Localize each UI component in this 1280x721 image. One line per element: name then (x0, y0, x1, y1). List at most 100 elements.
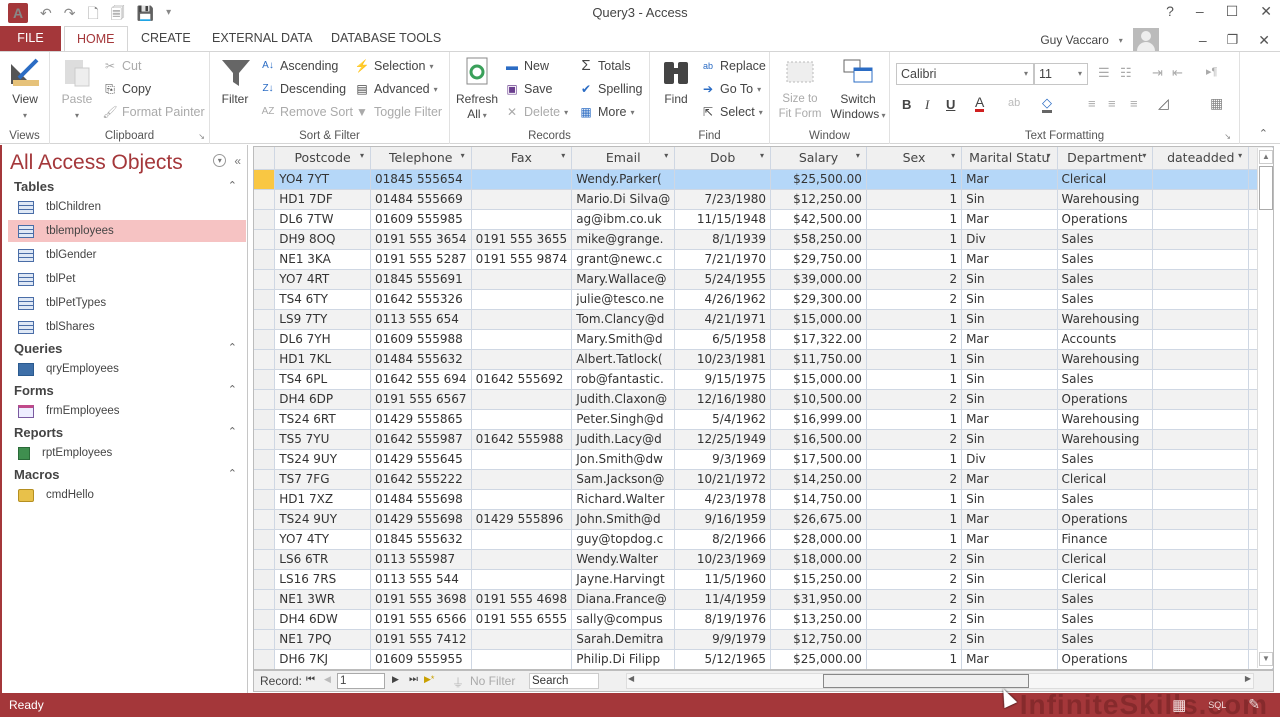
cell-fax[interactable] (471, 309, 573, 330)
collapse-section-icon[interactable]: ⌃ (228, 341, 237, 354)
spelling-button[interactable]: ✔ Spelling (578, 79, 643, 99)
table-row[interactable]: TS24 9UY 01429 555698 01429 555896 John.Smi… (254, 509, 1273, 530)
cell-department[interactable]: Warehousing (1057, 429, 1154, 450)
table-row[interactable]: TS4 6PL 01642 555 694 01642 555692 rob@fant… (254, 369, 1273, 390)
more-button[interactable]: ▦ More ▾ (578, 102, 634, 122)
tab-home[interactable]: HOME (64, 26, 128, 52)
cell-fax[interactable] (471, 529, 573, 550)
cell-marital-statu[interactable]: Mar (961, 529, 1058, 550)
cell-dob[interactable] (674, 169, 772, 190)
cell-dob[interactable]: 4/21/1971 (674, 309, 772, 330)
cell-department[interactable]: Sales (1057, 249, 1154, 270)
cell-marital-statu[interactable]: Mar (961, 209, 1058, 230)
record-selector[interactable] (254, 189, 276, 210)
cell-postcode[interactable]: LS6 6TR (274, 549, 371, 570)
cell-email[interactable]: mike@grange. (571, 229, 676, 250)
cell-dateadded[interactable] (1152, 349, 1250, 370)
cell-department[interactable]: Sales (1057, 449, 1154, 470)
record-selector[interactable] (254, 369, 276, 390)
cell-postcode[interactable]: TS5 7YU (274, 429, 371, 450)
cell-salary[interactable]: $10,500.00 (770, 389, 867, 410)
cell-marital-statu[interactable]: Sin (961, 549, 1058, 570)
cell-salary[interactable]: $15,250.00 (770, 569, 867, 590)
cell-marital-statu[interactable]: Mar (961, 469, 1058, 490)
table-row[interactable]: HD1 7DF 01484 555669 Mario.Di Silva@ 7/23/1… (254, 189, 1273, 210)
first-record-icon[interactable]: ⏮ (306, 674, 315, 685)
table-row[interactable]: TS4 6TY 01642 555326 julie@tesco.ne 4/26/19… (254, 289, 1273, 310)
cell-dateadded[interactable] (1152, 409, 1250, 430)
format-painter-button[interactable]: 🖌 Format Painter (102, 102, 204, 122)
cell-postcode[interactable]: TS24 9UY (274, 449, 371, 470)
cell-postcode[interactable]: TS4 6TY (274, 289, 371, 310)
cell-marital-statu[interactable]: Mar (961, 409, 1058, 430)
cell-sex[interactable]: 2 (866, 329, 963, 350)
table-row[interactable]: YO7 4TY 01845 555632 guy@topdog.c 8/2/1966 $… (254, 529, 1273, 550)
filter-button[interactable]: Filter (220, 56, 250, 107)
horizontal-scroll-thumb[interactable] (823, 674, 1029, 688)
cell-dateadded[interactable] (1152, 229, 1250, 250)
cell-dateadded[interactable] (1152, 189, 1250, 210)
record-selector[interactable] (254, 209, 276, 230)
cell-postcode[interactable]: DH9 8OQ (274, 229, 371, 250)
cell-postcode[interactable]: YO7 4TY (274, 529, 371, 550)
cell-department[interactable]: Warehousing (1057, 189, 1154, 210)
cell-email[interactable]: Jon.Smith@dw (571, 449, 676, 470)
cell-telephone[interactable]: 0191 555 5287 (370, 249, 472, 270)
cell-postcode[interactable]: DL6 7YH (274, 329, 371, 350)
cell-sex[interactable]: 1 (866, 369, 963, 390)
select-all-corner[interactable] (254, 147, 276, 170)
cell-dob[interactable]: 10/23/1981 (674, 349, 772, 370)
column-header-dateadded[interactable]: dateadded ▾ (1152, 147, 1250, 170)
column-header-email[interactable]: Email ▾ (571, 147, 676, 170)
cell-dateadded[interactable] (1152, 649, 1250, 669)
cell-department[interactable]: Operations (1057, 389, 1154, 410)
previous-record-icon[interactable]: ◀ (324, 674, 331, 685)
record-selector[interactable] (254, 469, 276, 490)
nav-item-tblpet[interactable]: tblPet (8, 268, 246, 290)
next-record-icon[interactable]: ▶ (392, 674, 399, 685)
cell-salary[interactable]: $31,950.00 (770, 589, 867, 610)
cell-dateadded[interactable] (1152, 509, 1250, 530)
record-selector[interactable] (254, 449, 276, 470)
column-dropdown-icon[interactable]: ▾ (856, 151, 860, 160)
record-selector[interactable] (254, 529, 276, 550)
cell-telephone[interactable]: 01609 555955 (370, 649, 472, 669)
alternate-row-color-icon[interactable]: ▦ (1210, 95, 1223, 112)
column-header-telephone[interactable]: Telephone ▾ (370, 147, 472, 170)
horizontal-scrollbar[interactable]: ◀ ▶ (626, 673, 1254, 689)
tab-database-tools[interactable]: DATABASE TOOLS (319, 26, 453, 51)
descending-button[interactable]: Z↓ Descending (260, 79, 346, 99)
column-dropdown-icon[interactable]: ▾ (1047, 151, 1051, 160)
size-to-fit-form-button[interactable]: Size to Fit Form (776, 56, 824, 122)
cell-telephone[interactable]: 01484 555632 (370, 349, 472, 370)
nav-item-cmdhello[interactable]: cmdHello (8, 484, 246, 506)
cell-telephone[interactable]: 0113 555987 (370, 549, 472, 570)
cell-telephone[interactable]: 01845 555654 (370, 169, 472, 190)
search-input[interactable]: Search (529, 673, 599, 689)
cell-dob[interactable]: 5/4/1962 (674, 409, 772, 430)
cell-email[interactable]: Tom.Clancy@d (571, 309, 676, 330)
cell-sex[interactable]: 1 (866, 449, 963, 470)
cell-dob[interactable]: 11/4/1959 (674, 589, 772, 610)
cell-marital-statu[interactable]: Sin (961, 609, 1058, 630)
column-header-postcode[interactable]: Postcode ▾ (274, 147, 371, 170)
cell-dateadded[interactable] (1152, 609, 1250, 630)
cell-fax[interactable] (471, 189, 573, 210)
new-record-nav-icon[interactable]: ▶* (424, 674, 434, 685)
cell-sex[interactable]: 1 (866, 169, 963, 190)
cell-salary[interactable]: $39,000.00 (770, 269, 867, 290)
cell-fax[interactable]: 0191 555 3655 (471, 229, 573, 250)
record-selector[interactable] (254, 269, 276, 290)
cell-department[interactable]: Clerical (1057, 469, 1154, 490)
cell-department[interactable]: Operations (1057, 509, 1154, 530)
cell-telephone[interactable]: 0191 555 7412 (370, 629, 472, 650)
shutter-bar-collapse-icon[interactable]: « (234, 154, 241, 168)
table-row[interactable]: NE1 7PQ 0191 555 7412 Sarah.Demitra 9/9/197… (254, 629, 1273, 650)
table-row[interactable]: LS9 7TY 0113 555 654 Tom.Clancy@d 4/21/1971… (254, 309, 1273, 330)
column-dropdown-icon[interactable]: ▾ (1238, 151, 1242, 160)
cell-marital-statu[interactable]: Mar (961, 249, 1058, 270)
maximize-button[interactable]: ☐ (1226, 3, 1239, 20)
doc-restore-button[interactable]: ❐ (1227, 32, 1239, 48)
cut-button[interactable]: ✂ Cut (102, 56, 141, 76)
cell-postcode[interactable]: NE1 3WR (274, 589, 371, 610)
